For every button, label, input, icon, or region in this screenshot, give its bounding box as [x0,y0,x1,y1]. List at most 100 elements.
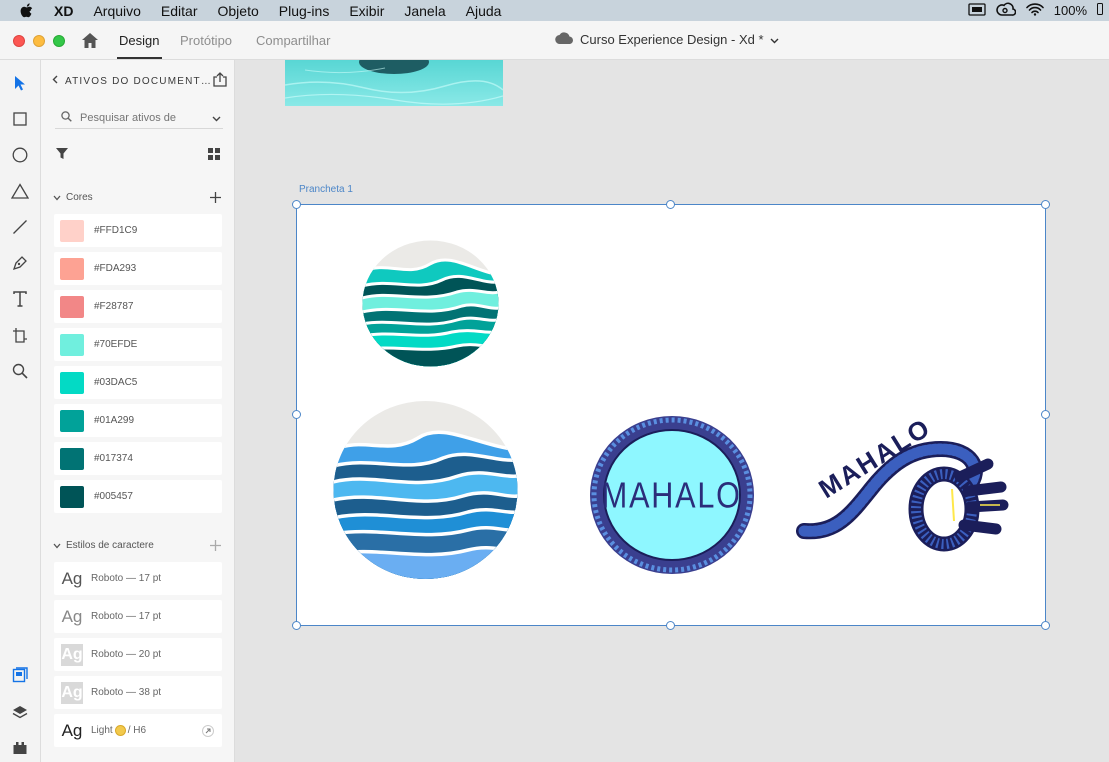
filter-icon[interactable] [55,147,69,165]
teal-wave-logo[interactable] [362,240,499,367]
assets-panel-title: ATIVOS DO DOCUMENT… [65,75,213,87]
chevron-down-icon[interactable] [212,109,221,127]
rectangle-tool-icon[interactable] [10,109,30,129]
char-styles-section-header[interactable]: Estilos de caractere [53,540,154,551]
assets-panel-icon[interactable] [10,665,30,685]
asset-search-bar [55,107,223,129]
apple-icon[interactable] [20,3,34,18]
artboard-tool-icon[interactable] [10,325,30,345]
add-char-style-icon[interactable] [210,538,221,556]
menu-ajuda[interactable]: Ajuda [466,3,502,19]
color-swatch-row[interactable]: #FDA293 [54,252,222,285]
wifi-icon[interactable] [1025,2,1044,19]
color-swatch-row[interactable]: #70EFDE [54,328,222,361]
color-swatch [60,447,84,470]
resize-handle-top-left[interactable] [292,200,301,209]
chevron-down-icon [770,32,779,47]
color-hex-label: #005457 [94,491,133,502]
resize-handle-bottom-right[interactable] [1041,621,1050,630]
colors-section-label: Cores [66,192,93,203]
artboard-name-label[interactable]: Prancheta 1 [299,184,353,195]
resize-handle-top[interactable] [666,200,675,209]
char-style-label: Roboto — 20 pt [91,649,162,660]
char-style-preview: Ag [61,643,83,666]
grid-view-icon[interactable] [208,147,220,165]
tab-compartilhar[interactable]: Compartilhar [256,33,330,48]
ellipse-tool-icon[interactable] [10,145,30,165]
char-style-preview: Ag [61,606,83,626]
char-style-preview: Ag [61,568,83,588]
creative-cloud-icon[interactable] [996,2,1017,19]
color-swatch [60,257,84,280]
assets-panel-header: ATIVOS DO DOCUMENT… [52,72,227,90]
char-style-row[interactable]: Ag Light / H6 [54,714,222,747]
line-tool-icon[interactable] [10,217,30,237]
blue-wave-logo[interactable] [333,400,518,580]
chevron-left-icon[interactable] [52,75,58,87]
menu-janela[interactable]: Janela [404,3,445,19]
asset-search-input[interactable] [80,111,200,124]
status-area: 100% [968,0,1109,21]
text-tool-icon[interactable] [10,289,30,309]
colors-section-header[interactable]: Cores [53,192,93,203]
color-swatch-row[interactable]: #017374 [54,442,222,475]
chevron-down-icon [53,195,61,200]
resize-handle-left[interactable] [292,410,301,419]
active-tab-indicator [117,57,162,59]
resize-handle-bottom-left[interactable] [292,621,301,630]
color-swatch-row[interactable]: #01A299 [54,404,222,437]
menu-editar[interactable]: Editar [161,3,198,19]
screen-mirror-icon[interactable] [968,2,986,19]
char-style-row[interactable]: Ag Roboto — 17 pt [54,600,222,633]
zoom-tool-icon[interactable] [10,361,30,381]
add-color-icon[interactable] [210,190,221,208]
menu-arquivo[interactable]: Arquivo [93,3,140,19]
menu-objeto[interactable]: Objeto [218,3,259,19]
close-window-button[interactable] [13,35,25,47]
select-tool-icon[interactable] [10,73,30,93]
mahalo-circle-text: MAHALO [602,476,742,516]
document-title: Curso Experience Design - Xd * [580,32,764,47]
plugins-icon[interactable] [10,738,30,758]
char-style-label: Roboto — 17 pt [91,611,162,622]
color-hex-label: #70EFDE [94,339,138,350]
battery-percent: 100% [1053,3,1087,18]
menu-bar: XD Arquivo Editar Objeto Plug-ins Exibir… [0,0,1109,21]
zoom-window-button[interactable] [53,35,65,47]
home-icon[interactable] [81,32,99,49]
char-style-row[interactable]: Ag Roboto — 20 pt [54,638,222,671]
char-style-label: Light [91,725,113,736]
color-swatch-row[interactable]: #03DAC5 [54,366,222,399]
color-swatch-row[interactable]: #FFD1C9 [54,214,222,247]
color-swatch-row[interactable]: #005457 [54,480,222,513]
resize-handle-bottom[interactable] [666,621,675,630]
tab-design[interactable]: Design [119,33,159,48]
menu-exibir[interactable]: Exibir [349,3,384,19]
color-swatch-row[interactable]: #F28787 [54,290,222,323]
layers-icon[interactable] [10,702,30,722]
battery-icon[interactable] [1097,3,1103,18]
design-canvas[interactable]: Prancheta 1 MAHALO MAHALO [235,60,1109,762]
polygon-tool-icon[interactable] [10,181,30,201]
share-upload-icon[interactable] [213,72,227,90]
mahalo-wave-logo[interactable]: MAHALO [796,409,1011,554]
color-hex-label: #01A299 [94,415,135,426]
resize-handle-top-right[interactable] [1041,200,1050,209]
minimize-window-button[interactable] [33,35,45,47]
document-title-menu[interactable]: Curso Experience Design - Xd * [555,32,779,47]
partial-artboard-image[interactable] [285,60,503,106]
color-hex-label: #F28787 [94,301,134,312]
artboard[interactable]: MAHALO MAHALO [296,204,1046,626]
mahalo-circle-logo[interactable]: MAHALO [589,415,755,575]
pen-tool-icon[interactable] [10,253,30,273]
link-icon[interactable] [202,724,214,737]
char-style-row[interactable]: Ag Roboto — 17 pt [54,562,222,595]
menu-app-xd[interactable]: XD [54,3,73,19]
char-style-row[interactable]: Ag Roboto — 38 pt [54,676,222,709]
tab-prototipo[interactable]: Protótipo [180,33,232,48]
color-hex-label: #017374 [94,453,133,464]
tools-toolbar [0,60,41,762]
menu-plugins[interactable]: Plug-ins [279,3,330,19]
resize-handle-right[interactable] [1041,410,1050,419]
color-hex-label: #03DAC5 [94,377,138,388]
